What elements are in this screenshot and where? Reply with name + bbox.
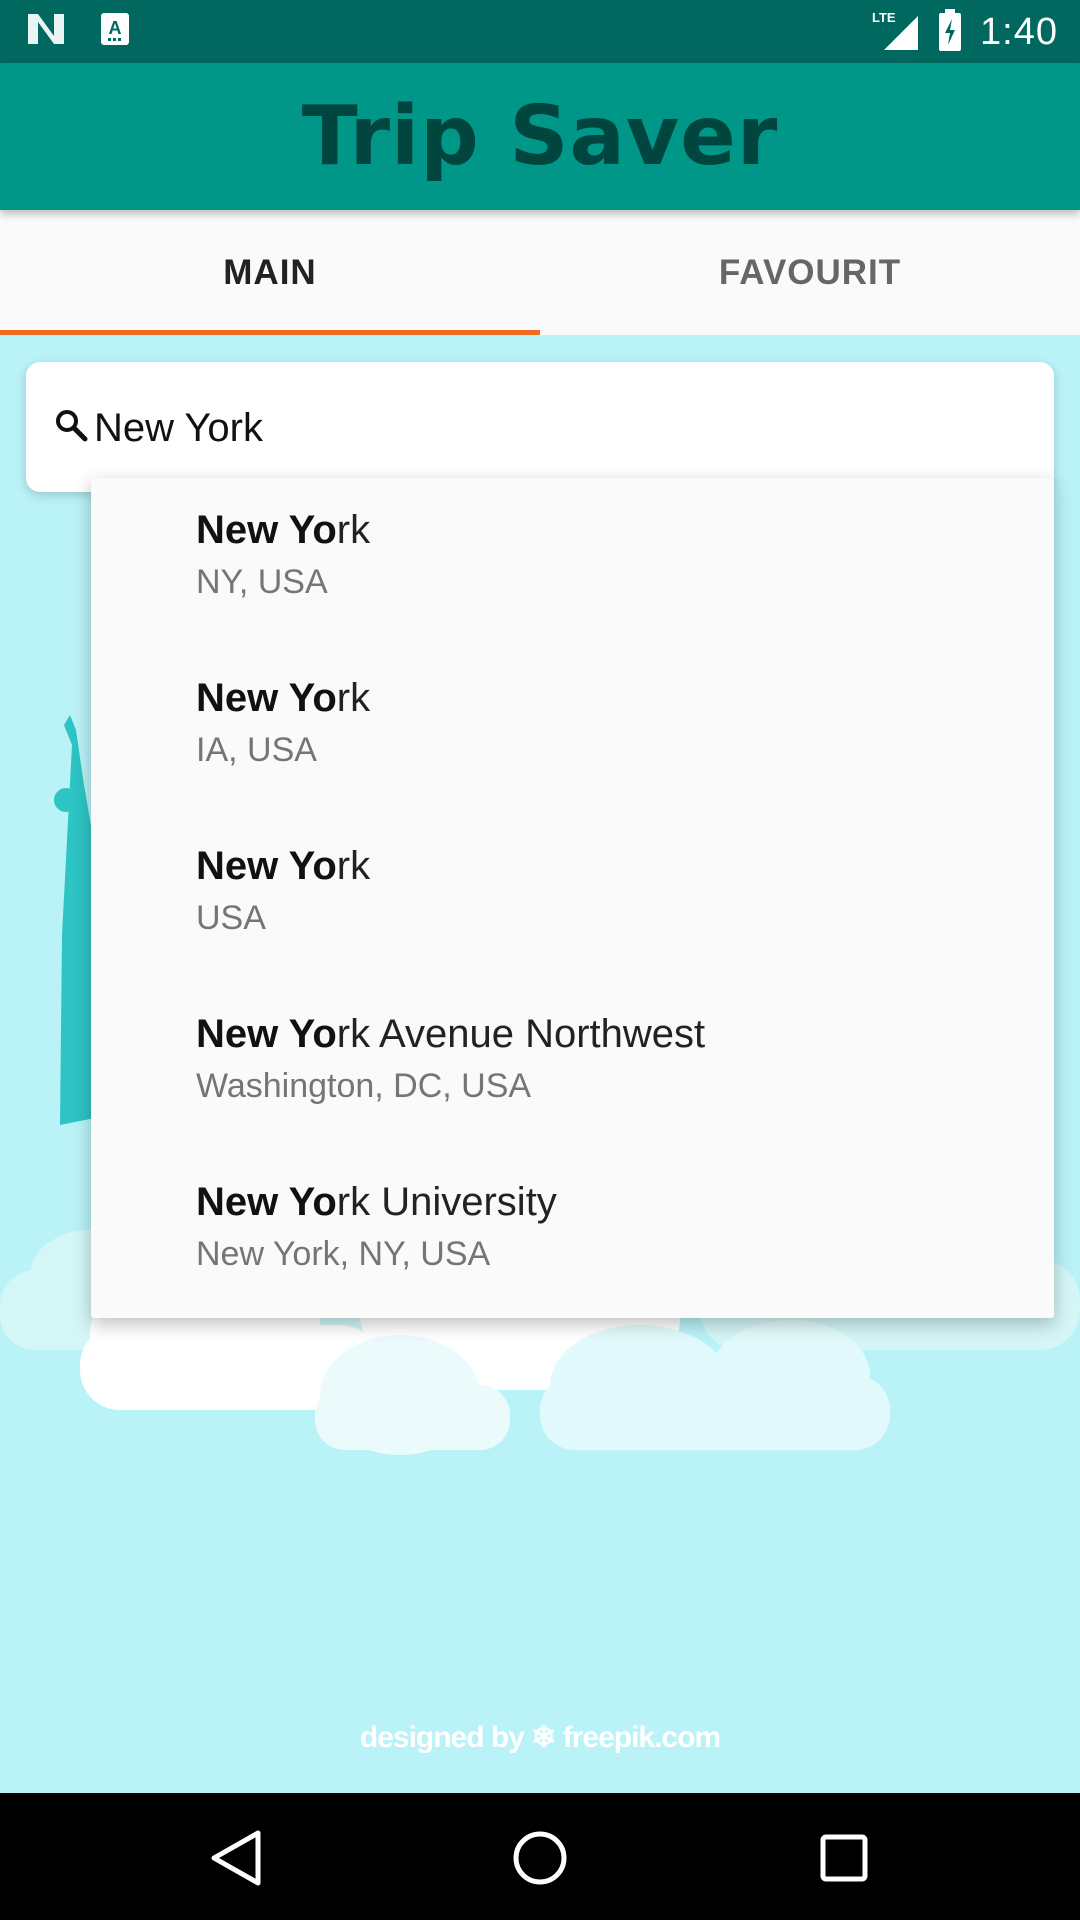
- freepik-credit[interactable]: designed by ❄ freepik.com: [0, 1720, 1080, 1755]
- suggestion-title: New York University: [196, 1180, 557, 1225]
- suggestion-match: New Yo: [196, 844, 337, 888]
- suggestion-match: New Yo: [196, 508, 337, 552]
- suggestion-rest: rk University: [336, 1180, 557, 1224]
- suggestion-rest: rk: [336, 508, 371, 552]
- home-icon[interactable]: [500, 1823, 580, 1893]
- suggestion-item[interactable]: New York USA: [91, 814, 1054, 982]
- lte-signal-icon: LTE: [872, 8, 920, 57]
- back-icon[interactable]: [196, 1823, 276, 1893]
- suggestion-rest: rk Avenue Northwest: [336, 1012, 706, 1056]
- suggestion-item[interactable]: New York University New York, NY, USA: [91, 1150, 1054, 1318]
- search-icon: [54, 408, 88, 447]
- suggestion-item[interactable]: New York IA, USA: [91, 646, 1054, 814]
- suggestion-item[interactable]: New York NY, USA: [91, 478, 1054, 646]
- clock: 1:40: [980, 11, 1058, 53]
- suggestion-item[interactable]: New York Avenue Northwest Washington, DC…: [91, 982, 1054, 1150]
- suggestion-subtitle: IA, USA: [196, 731, 317, 769]
- suggestion-match: New Yo: [196, 676, 337, 720]
- suggestion-subtitle: USA: [196, 899, 266, 937]
- suggestion-title: New York: [196, 508, 370, 553]
- suggestion-title: New York: [196, 844, 370, 889]
- status-bar: A LTE 1:40: [0, 0, 1080, 63]
- suggestion-rest: rk: [336, 844, 371, 888]
- network-label: LTE: [872, 10, 896, 25]
- navigation-bar: [0, 1793, 1080, 1920]
- suggestion-match: New Yo: [196, 1012, 337, 1056]
- tab-main[interactable]: MAIN: [0, 210, 540, 335]
- n-logo-icon: [26, 12, 66, 51]
- suggestion-rest: rk: [336, 676, 371, 720]
- tab-bar: MAIN FAVOURIT: [0, 210, 1080, 335]
- app-bar: Trip Saver: [0, 63, 1080, 210]
- suggestion-subtitle: Washington, DC, USA: [196, 1067, 532, 1105]
- suggestion-match: New Yo: [196, 1180, 337, 1224]
- suggestions-dropdown: New York NY, USA New York IA, USA New Yo…: [91, 478, 1054, 1318]
- recents-icon[interactable]: [804, 1823, 884, 1893]
- suggestion-subtitle: NY, USA: [196, 563, 328, 601]
- app-notification-icon: A: [100, 12, 130, 51]
- app-title: Trip Saver: [301, 89, 779, 184]
- search-card: [26, 362, 1054, 492]
- tab-favourit[interactable]: FAVOURIT: [540, 210, 1080, 335]
- suggestion-title: New York: [196, 676, 370, 721]
- svg-text:A: A: [109, 18, 122, 38]
- search-input[interactable]: [92, 392, 996, 464]
- suggestion-title: New York Avenue Northwest: [196, 1012, 705, 1057]
- suggestion-subtitle: New York, NY, USA: [196, 1235, 491, 1273]
- battery-charging-icon: [938, 9, 962, 56]
